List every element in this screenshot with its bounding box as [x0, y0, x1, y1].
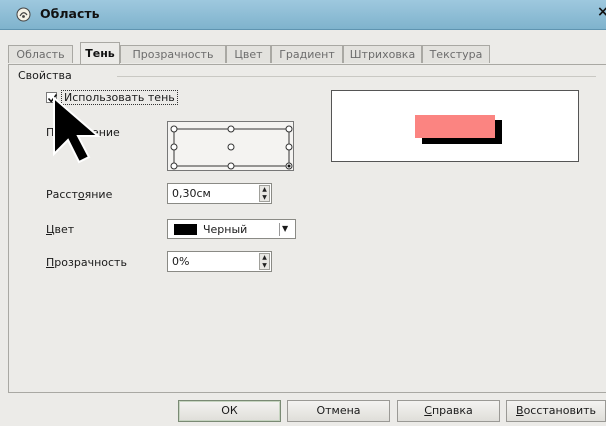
transparency-stepper[interactable]: ▲ ▼ [259, 253, 270, 270]
mouse-pointer-icon [53, 96, 101, 164]
color-value: Черный [203, 223, 248, 236]
distance-stepper[interactable]: ▲ ▼ [259, 185, 270, 202]
help-button[interactable]: Справка [397, 400, 500, 422]
title-bar: Область × [0, 0, 606, 30]
position-grid [170, 125, 293, 170]
tab-hatching[interactable]: Штриховка [343, 45, 422, 63]
shadow-position-selector[interactable] [167, 121, 294, 171]
close-icon[interactable]: × [597, 4, 606, 20]
window-title: Область [40, 6, 100, 21]
app-icon [16, 7, 31, 22]
shadow-preview [331, 90, 579, 162]
tab-texture[interactable]: Текстура [422, 45, 490, 63]
group-divider [117, 76, 596, 77]
tab-transparency[interactable]: Прозрачность [120, 45, 226, 63]
tab-area[interactable]: Область [8, 45, 73, 63]
spin-down-icon[interactable]: ▼ [260, 194, 269, 201]
distance-label: Расстояние [46, 188, 113, 201]
transparency-value: 0% [172, 255, 190, 268]
transparency-label: Прозрачность [46, 256, 127, 269]
ok-button[interactable]: ОК [178, 400, 281, 422]
distance-spinbox[interactable]: 0,30см ▲ ▼ [167, 183, 272, 204]
chevron-down-icon[interactable]: ▼ [282, 224, 288, 233]
color-swatch [174, 224, 197, 235]
spin-down-icon[interactable]: ▼ [260, 262, 269, 269]
dropdown-separator [279, 223, 280, 236]
shadow-color-dropdown[interactable]: Черный ▼ [167, 219, 296, 239]
tab-color[interactable]: Цвет [226, 45, 271, 63]
transparency-spinbox[interactable]: 0% ▲ ▼ [167, 251, 272, 272]
tab-shadow[interactable]: Тень [80, 42, 120, 64]
properties-group-label: Свойства [18, 69, 72, 82]
tab-gradient[interactable]: Градиент [271, 45, 343, 63]
distance-value: 0,30см [172, 187, 211, 200]
color-label: Цвет [46, 223, 75, 236]
preview-object [415, 115, 495, 138]
spin-up-icon[interactable]: ▲ [260, 254, 269, 261]
spin-up-icon[interactable]: ▲ [260, 186, 269, 193]
reset-button[interactable]: Восстановить [506, 400, 606, 422]
cancel-button[interactable]: Отмена [287, 400, 390, 422]
